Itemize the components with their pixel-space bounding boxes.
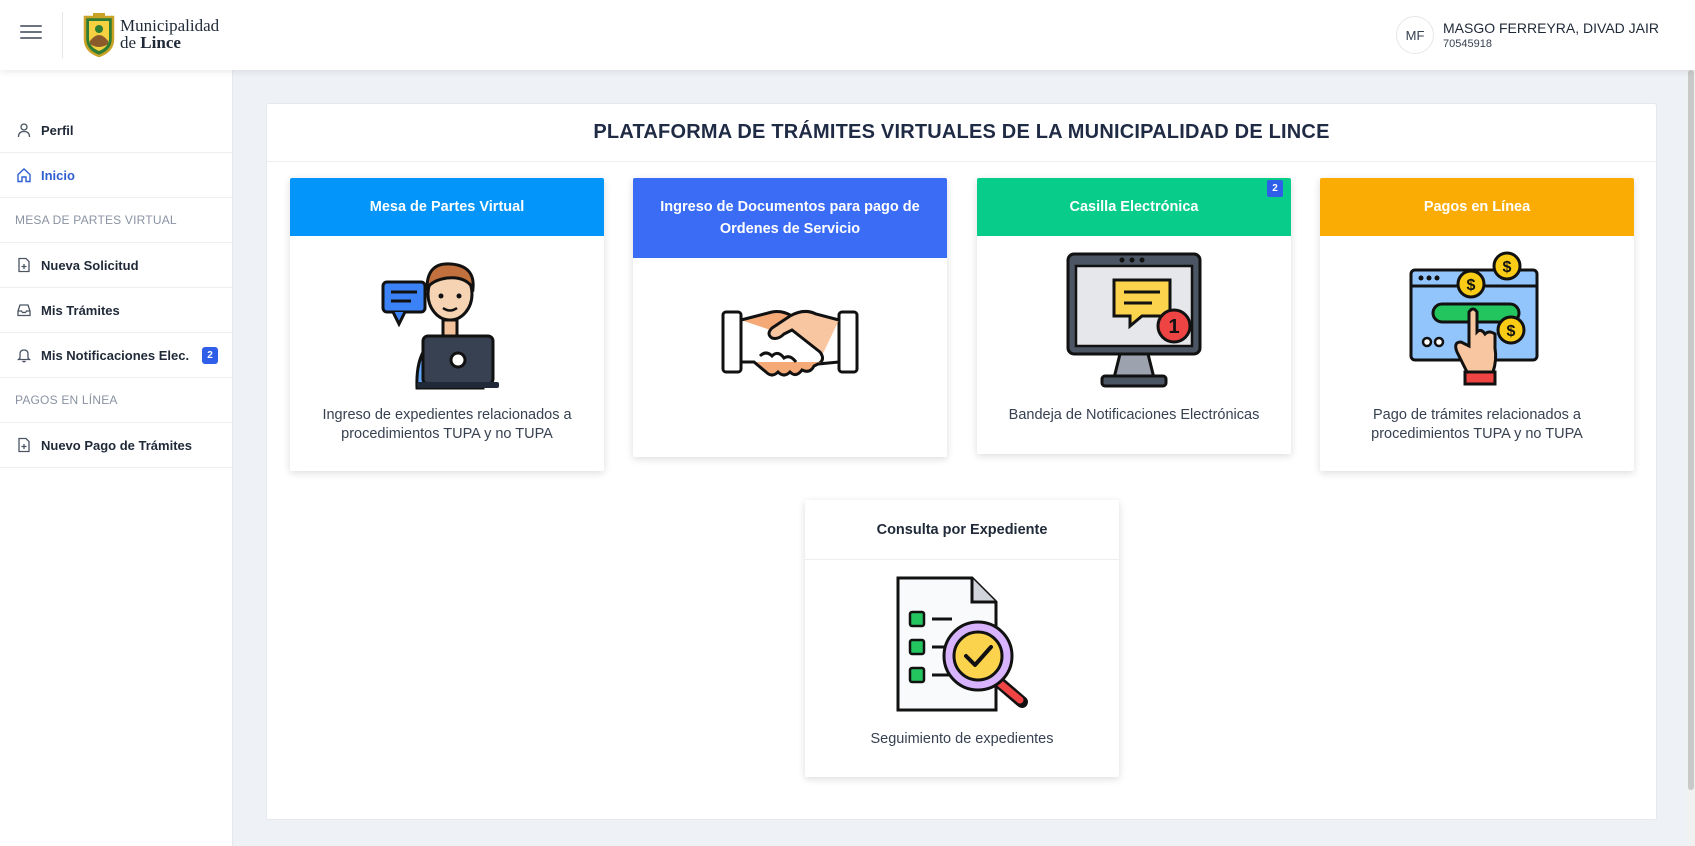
user-icon [16, 122, 32, 138]
sidebar-item-perfil[interactable]: Perfil [0, 108, 232, 153]
logo-line-1: Municipalidad [120, 16, 220, 35]
card-description: Pago de trámites relacionados a procedim… [1371, 407, 1583, 442]
sidebar-item-label: Perfil [41, 122, 74, 138]
notification-count-badge: 2 [1267, 180, 1283, 197]
sidebar-item-inicio[interactable]: Inicio [0, 153, 232, 198]
sidebar-item-nuevo-pago[interactable]: Nuevo Pago de Trámites [0, 423, 232, 468]
notification-count-badge: 2 [202, 347, 218, 364]
card-title: Pagos en Línea [1320, 178, 1634, 236]
sidebar-item-label: Nuevo Pago de Trámites [41, 437, 192, 453]
svg-text:$: $ [1507, 323, 1516, 340]
sidebar-item-mis-tramites[interactable]: Mis Trámites [0, 288, 232, 333]
sidebar-item-label: Inicio [41, 167, 75, 183]
sidebar: Perfil Inicio MESA DE PARTES VIRTUAL Nue… [0, 70, 233, 846]
shield-crest-icon [83, 13, 115, 57]
file-plus-icon [16, 257, 32, 273]
card-title: Ingreso de Documentos para pago de Orden… [633, 178, 947, 258]
divider [62, 12, 63, 58]
document-search-icon [896, 576, 1028, 712]
menu-toggle-icon[interactable] [20, 25, 42, 43]
card-description: Ingreso de expedientes relacionados a pr… [322, 407, 572, 442]
sidebar-item-label: Mis Trámites [41, 302, 120, 318]
svg-text:1: 1 [1168, 316, 1179, 338]
sidebar-item-label: Nueva Solicitud [41, 257, 139, 273]
municipality-logo[interactable]: Municipalidad de Lince [82, 11, 219, 57]
logo-line-2-prefix: de [120, 33, 141, 52]
bell-icon [16, 347, 32, 363]
card-description: Bandeja de Notificaciones Electrónicas [1008, 407, 1260, 423]
card-mesa-de-partes[interactable]: Mesa de Partes Virtual Ingreso de expedi… [290, 178, 604, 471]
card-pagos-en-linea[interactable]: Pagos en Línea $ $ $ Pago de trámites re… [1320, 178, 1634, 471]
sidebar-item-label: Mis Notificaciones Elec. [41, 347, 190, 363]
sidebar-item-nueva-solicitud[interactable]: Nueva Solicitud [0, 243, 232, 288]
file-plus-icon [16, 437, 32, 453]
logo-line-2-bold: Lince [140, 33, 181, 52]
card-title: Casilla Electrónica [977, 178, 1291, 236]
page-title: PLATAFORMA DE TRÁMITES VIRTUALES DE LA M… [267, 104, 1656, 162]
svg-text:$: $ [1467, 277, 1476, 294]
card-consulta-expediente[interactable]: Consulta por Expediente Seguimiento de e… [805, 500, 1119, 777]
card-title: Mesa de Partes Virtual [290, 178, 604, 236]
card-title: Consulta por Expediente [805, 500, 1119, 560]
inbox-icon [16, 302, 32, 318]
page-scrollbar[interactable] [1687, 70, 1695, 846]
monitor-notification-icon: 1 [1066, 252, 1202, 388]
user-id: 70545918 [1443, 38, 1492, 50]
sidebar-item-mis-notificaciones[interactable]: Mis Notificaciones Elec. 2 [0, 333, 232, 378]
scrollbar-thumb[interactable] [1688, 70, 1694, 790]
card-ingreso-documentos[interactable]: Ingreso de Documentos para pago de Orden… [633, 178, 947, 457]
top-bar: Municipalidad de Lince MF MASGO FERREYRA… [0, 0, 1695, 70]
logo-line-2: de Lince [120, 34, 219, 51]
card-casilla-electronica[interactable]: Casilla Electrónica 2 1 Bandeja de Notif… [977, 178, 1291, 454]
sidebar-section-pagos: PAGOS EN LÍNEA [0, 378, 232, 423]
home-icon [16, 167, 32, 183]
svg-text:$: $ [1503, 259, 1512, 276]
online-payment-icon: $ $ $ [1409, 251, 1539, 386]
card-description: Seguimiento de expedientes [870, 731, 1054, 747]
user-name: MASGO FERREYRA, DIVAD JAIR [1443, 20, 1659, 36]
avatar[interactable]: MF [1396, 16, 1434, 54]
person-laptop-icon [381, 262, 499, 390]
user-menu[interactable]: MF MASGO FERREYRA, DIVAD JAIR 70545918 [1396, 16, 1659, 54]
handshake-icon [721, 309, 859, 377]
sidebar-section-mesa-de-partes: MESA DE PARTES VIRTUAL [0, 198, 232, 243]
